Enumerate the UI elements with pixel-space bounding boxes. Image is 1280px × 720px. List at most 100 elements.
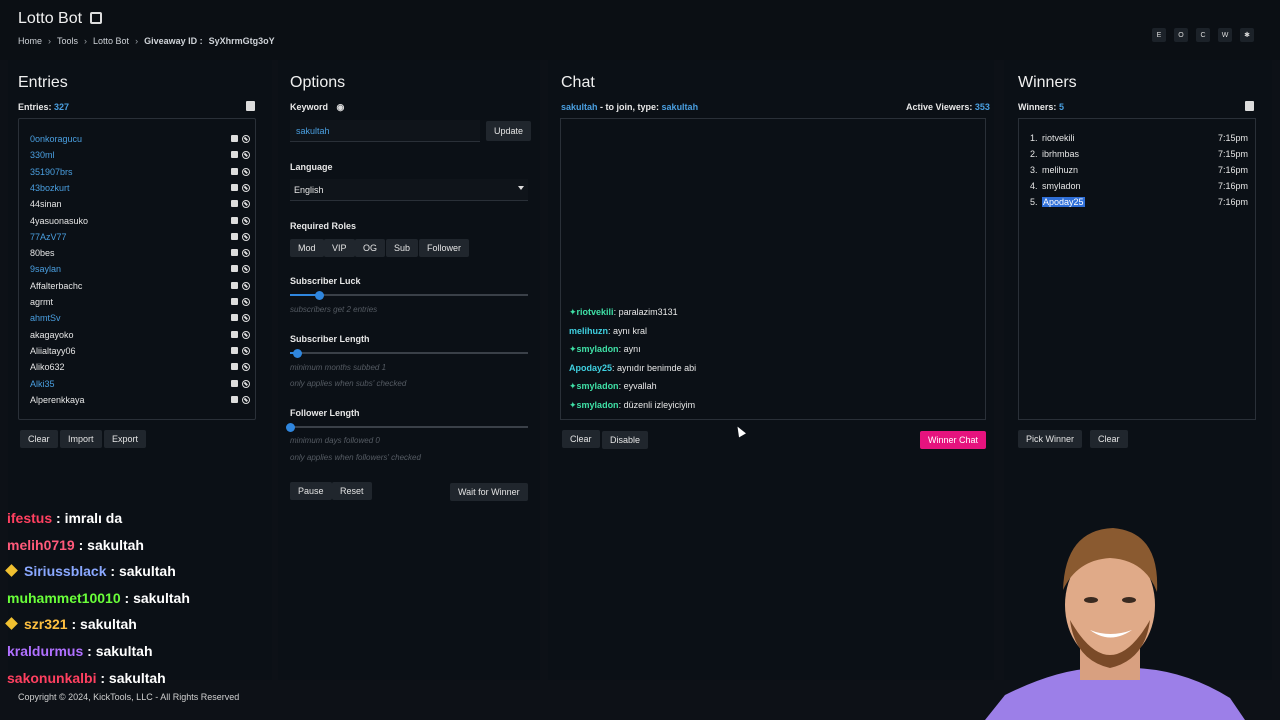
chat-username[interactable]: Apoday25 [569, 363, 612, 373]
checkbox-icon[interactable] [231, 298, 238, 305]
entry-row[interactable]: 330ml [30, 147, 250, 163]
copy-icon[interactable] [246, 101, 255, 111]
pause-button[interactable]: Pause [290, 482, 332, 500]
pick-winner-button[interactable]: Pick Winner [1018, 430, 1083, 448]
c-icon[interactable]: C [1196, 28, 1210, 42]
ban-icon[interactable] [242, 200, 250, 209]
role-mod-button[interactable]: Mod [290, 239, 324, 257]
ban-icon[interactable] [242, 167, 250, 176]
role-vip-button[interactable]: VIP [324, 239, 355, 257]
sub-luck-slider[interactable] [290, 294, 528, 296]
role-follower-button[interactable]: Follower [419, 239, 470, 257]
entries-import-button[interactable]: Import [60, 430, 102, 448]
checkbox-icon[interactable] [231, 135, 238, 142]
chat-username[interactable]: riotvekili [577, 307, 614, 317]
reset-button[interactable]: Reset [332, 482, 372, 500]
keyword-input[interactable]: sakultah [290, 120, 480, 142]
entry-row[interactable]: 351907brs [30, 164, 250, 180]
winner-row[interactable]: 2. ibrhmbas 7:15pm [1030, 149, 1248, 159]
breadcrumb-home[interactable]: Home [18, 36, 42, 46]
ban-icon[interactable] [242, 395, 250, 404]
ban-icon[interactable] [242, 232, 250, 241]
role-sub-button[interactable]: Sub [386, 239, 419, 257]
entry-row[interactable]: 80bes [30, 245, 250, 261]
entry-row[interactable]: 44sinan [30, 196, 250, 212]
entry-row[interactable]: 9saylan [30, 261, 250, 277]
ban-icon[interactable] [242, 363, 250, 372]
checkbox-icon[interactable] [231, 363, 238, 371]
ban-icon[interactable] [242, 216, 250, 225]
checkbox-icon[interactable] [231, 200, 238, 208]
ban-icon[interactable] [242, 135, 250, 143]
o-icon[interactable]: O [1174, 28, 1188, 42]
ban-icon[interactable] [242, 379, 250, 388]
entry-row[interactable]: Alperenkkaya [30, 392, 250, 408]
chat-username[interactable]: smyladon [577, 400, 619, 410]
winner-row[interactable]: 3. melihuzn 7:16pm [1030, 165, 1248, 175]
ban-icon[interactable] [242, 151, 250, 160]
sub-luck-handle[interactable] [314, 291, 324, 300]
follower-length-slider[interactable] [290, 426, 528, 428]
entry-row[interactable]: akagayoko [30, 327, 250, 343]
winner-row[interactable]: 1. riotvekili 7:15pm [1030, 133, 1248, 143]
checkbox-icon[interactable] [231, 379, 238, 387]
checkbox-icon[interactable] [231, 330, 238, 338]
chat-log[interactable]: ✦riotvekili: paralazim3131 melihuzn: aynı… [560, 118, 986, 420]
entry-row[interactable]: Aliialtayy06 [30, 343, 250, 359]
entry-row[interactable]: 0onkoragucu [30, 131, 250, 147]
checkbox-icon[interactable] [231, 183, 238, 191]
checkbox-icon[interactable] [231, 216, 238, 224]
winner-row[interactable]: 5. Apoday25 7:16pm [1030, 197, 1248, 207]
chat-username[interactable]: smyladon [577, 381, 619, 391]
ban-icon[interactable] [242, 281, 250, 290]
wait-for-winner-button[interactable]: Wait for Winner [450, 483, 528, 501]
entries-clear-button[interactable]: Clear [20, 430, 58, 448]
winner-row[interactable]: 4. smyladon 7:16pm [1030, 181, 1248, 191]
sub-length-slider[interactable] [290, 352, 528, 354]
breadcrumb-lotto-bot[interactable]: Lotto Bot [93, 36, 129, 46]
ban-icon[interactable] [242, 330, 250, 339]
entry-row[interactable]: 77AzV77 [30, 229, 250, 245]
entries-list[interactable]: 0onkoragucu 330ml 351907brs 43bozkurt 44sina… [18, 118, 256, 420]
winners-list[interactable]: 1. riotvekili 7:15pm 2. ibrhmbas 7:15pm 3. meli… [1018, 118, 1256, 420]
entry-row[interactable]: Alki35 [30, 376, 250, 392]
entry-row[interactable]: agrmt [30, 294, 250, 310]
ban-icon[interactable] [242, 346, 250, 355]
ban-icon[interactable] [242, 183, 250, 192]
ban-icon[interactable] [242, 314, 250, 323]
eye-icon[interactable]: ◉ [337, 102, 345, 112]
checkbox-icon[interactable] [231, 346, 238, 354]
breadcrumb-tools[interactable]: Tools [57, 36, 78, 46]
checkbox-icon[interactable] [231, 395, 238, 403]
checkbox-icon[interactable] [231, 167, 238, 175]
entry-row[interactable]: Affalterbachc [30, 278, 250, 294]
entries-export-button[interactable]: Export [104, 430, 147, 448]
e-icon[interactable]: E [1152, 28, 1166, 42]
checkbox-icon[interactable] [231, 232, 238, 240]
checkbox-icon[interactable] [231, 314, 238, 322]
ban-icon[interactable] [242, 265, 250, 274]
update-button[interactable]: Update [486, 121, 532, 141]
w-icon[interactable]: W [1218, 28, 1232, 42]
role-og-button[interactable]: OG [355, 239, 386, 257]
ban-icon[interactable] [242, 249, 250, 258]
winner-chat-button[interactable]: Winner Chat [920, 431, 987, 449]
follower-length-handle[interactable] [286, 423, 295, 432]
language-select[interactable]: English [290, 179, 528, 201]
entry-row[interactable]: ahmtSv [30, 310, 250, 326]
chat-clear-button[interactable]: Clear [562, 430, 600, 448]
entry-row[interactable]: 4yasuonasuko [30, 213, 250, 229]
copy-icon[interactable] [1245, 101, 1254, 111]
chat-disable-button[interactable]: Disable [602, 431, 649, 449]
checkbox-icon[interactable] [231, 249, 238, 257]
ban-icon[interactable] [242, 298, 250, 306]
entry-row[interactable]: 43bozkurt [30, 180, 250, 196]
settings-icon[interactable]: ✱ [1240, 28, 1254, 42]
chat-username[interactable]: smyladon [577, 344, 619, 354]
winners-clear-button[interactable]: Clear [1090, 430, 1128, 448]
entry-row[interactable]: Aliko632 [30, 359, 250, 375]
checkbox-icon[interactable] [231, 265, 238, 273]
checkbox-icon[interactable] [231, 151, 238, 159]
chat-username[interactable]: melihuzn [569, 326, 608, 336]
checkbox-icon[interactable] [231, 281, 238, 289]
